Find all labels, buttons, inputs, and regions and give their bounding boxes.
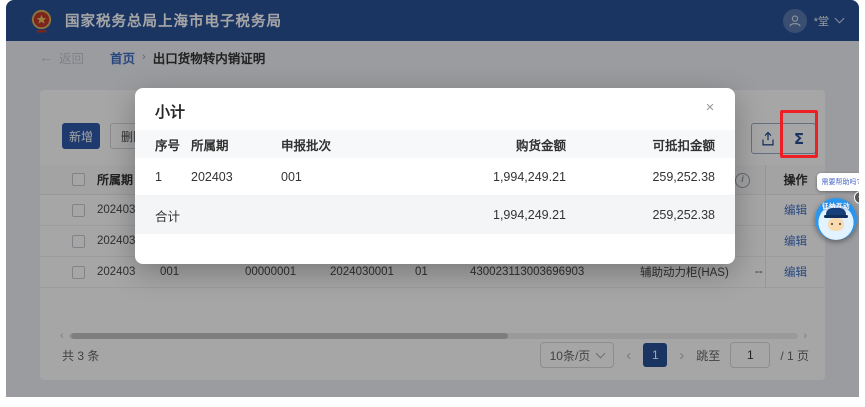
modal-title: 小计 [155,101,185,122]
modal-table-row: 1 202403 001 1,994,249.21 259,252.38 [135,158,735,196]
assistant-bubble[interactable]: 需要帮助吗? [817,173,859,191]
app-window: 国家税务总局上海市电子税务局 *堂 ← 返回 首页 › 出口货物转内销证明 新增… [6,0,859,397]
modal-total-row: 合计 1,994,249.21 259,252.38 [135,196,735,234]
modal-table-header: 序号 所属期 申报批次 购货金额 可抵扣金额 [135,130,735,158]
police-face-icon [828,218,844,231]
close-icon[interactable]: × [699,96,721,118]
annotation-highlight [780,110,818,158]
assistant-avatar[interactable]: 征纳互动 [815,198,857,240]
modal-table: 序号 所属期 申报批次 购货金额 可抵扣金额 1 202403 001 1,99… [135,130,735,234]
police-hat-icon [826,208,846,216]
subtotal-modal: 小计 × 序号 所属期 申报批次 购货金额 可抵扣金额 1 202403 001… [135,88,735,264]
